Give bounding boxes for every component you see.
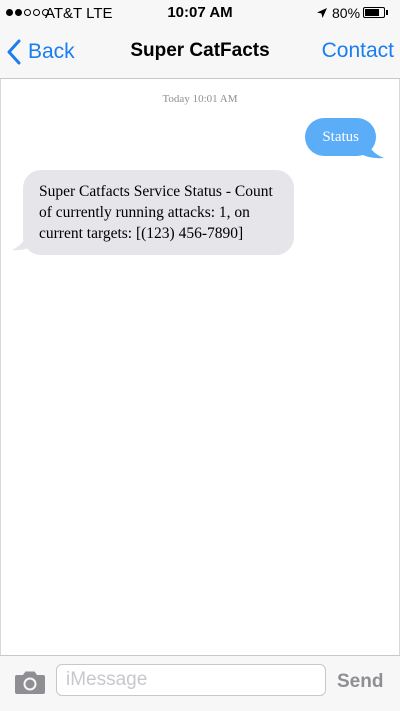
battery-tip [386, 10, 388, 15]
contact-button[interactable]: Contact [322, 39, 394, 63]
nav-bar: Back Super CatFacts Contact [0, 26, 400, 79]
camera-icon[interactable] [14, 669, 46, 695]
location-arrow-icon [317, 8, 327, 18]
outgoing-message-bubble: Status [305, 118, 376, 156]
send-button[interactable]: Send [337, 671, 383, 693]
battery-icon [363, 7, 385, 18]
battery-fill [365, 9, 380, 16]
incoming-message-bubble: Super Catfacts Service Status - Count of… [23, 170, 294, 255]
message-timestamp: Today 10:01 AM [162, 93, 238, 105]
status-bar: AT&T LTE 10:07 AM 80% [0, 0, 400, 26]
phone-frame [0, 0, 400, 710]
imessage-input[interactable] [56, 664, 326, 696]
battery-percent: 80% [332, 5, 361, 21]
message-input-bar: Send [0, 655, 400, 711]
